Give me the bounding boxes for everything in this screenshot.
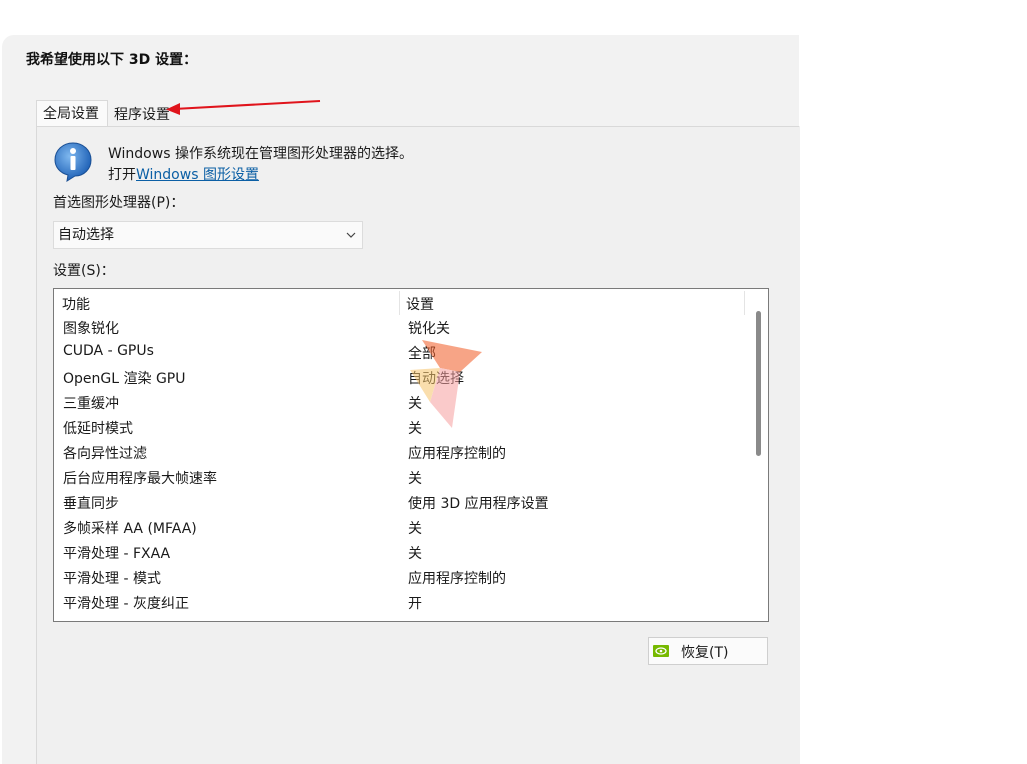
- chevron-down-icon: [346, 232, 356, 238]
- restore-button[interactable]: 恢复(T): [648, 637, 768, 665]
- row-feature: 三重缓冲: [63, 396, 119, 412]
- table-row[interactable]: 平滑处理 - 灰度纠正 开: [54, 591, 744, 616]
- vertical-scrollbar[interactable]: [746, 289, 768, 621]
- row-feature: 多帧采样 AA (MFAA): [63, 521, 197, 537]
- annotation-arrow-icon: [166, 100, 321, 115]
- nvidia-shield-icon: [653, 645, 669, 657]
- column-divider: [744, 291, 745, 315]
- row-feature: 低延时模式: [63, 421, 133, 437]
- gpu-select[interactable]: 自动选择: [53, 221, 363, 249]
- table-row[interactable]: 后台应用程序最大帧速率 关: [54, 466, 744, 491]
- row-setting-value: 应用程序控制的: [408, 446, 506, 462]
- row-feature: 平滑处理 - 灰度纠正: [63, 596, 189, 612]
- column-divider[interactable]: [399, 291, 400, 315]
- windows-graphics-settings-link[interactable]: Windows 图形设置: [136, 167, 259, 183]
- row-feature: 图象锐化: [63, 321, 119, 337]
- settings-label: 设置(S)：: [53, 263, 115, 279]
- row-setting-value: 关: [408, 521, 422, 537]
- row-feature: 各向异性过滤: [63, 446, 147, 462]
- scrollbar-thumb[interactable]: [756, 311, 761, 456]
- table-row[interactable]: 多帧采样 AA (MFAA) 关: [54, 516, 744, 541]
- row-setting-value: 开: [408, 596, 422, 612]
- info-icon: [54, 142, 92, 182]
- row-setting-value: 应用程序控制的: [408, 571, 506, 587]
- column-header-setting[interactable]: 设置: [406, 294, 434, 314]
- table-row[interactable]: 平滑处理 - 模式 应用程序控制的: [54, 566, 744, 591]
- table-row[interactable]: 图象锐化 锐化关: [54, 316, 744, 341]
- table-row[interactable]: 垂直同步 使用 3D 应用程序设置: [54, 491, 744, 516]
- table-row[interactable]: OpenGL 渲染 GPU自动选择: [54, 366, 744, 391]
- row-setting-value: 使用 3D 应用程序设置: [408, 496, 549, 512]
- table-header: 功能 设置: [54, 289, 745, 315]
- info-message: Windows 操作系统现在管理图形处理器的选择。: [108, 146, 413, 162]
- table-row[interactable]: 低延时模式关: [54, 416, 744, 441]
- table-row[interactable]: CUDA - GPUs 全部: [54, 341, 744, 366]
- row-feature: 平滑处理 - FXAA: [63, 546, 171, 562]
- tab-global-settings[interactable]: 全局设置: [36, 100, 108, 126]
- row-feature: 垂直同步: [63, 496, 119, 512]
- restore-button-label: 恢复(T): [681, 645, 729, 661]
- table-row[interactable]: 三重缓冲关: [54, 391, 744, 416]
- info-link-prefix: 打开: [108, 167, 136, 183]
- page-heading: 我希望使用以下 3D 设置：: [26, 52, 198, 68]
- gpu-label: 首选图形处理器(P)：: [53, 195, 185, 211]
- table-row[interactable]: 各向异性过滤 应用程序控制的: [54, 441, 744, 466]
- row-feature: 平滑处理 - 模式: [63, 571, 161, 587]
- table-row[interactable]: 平滑处理 - FXAA 关: [54, 541, 744, 566]
- gpu-select-value: 自动选择: [58, 227, 114, 243]
- column-header-feature[interactable]: 功能: [62, 294, 90, 314]
- row-feature: 后台应用程序最大帧速率: [63, 471, 217, 487]
- row-setting-value: 关: [408, 546, 422, 562]
- row-feature: CUDA - GPUs: [63, 343, 154, 359]
- row-setting-value: 关: [408, 471, 422, 487]
- info-link-line: 打开Windows 图形设置: [108, 164, 259, 184]
- watermark-logo-icon: [410, 340, 482, 428]
- row-feature: OpenGL 渲染 GPU: [63, 371, 186, 387]
